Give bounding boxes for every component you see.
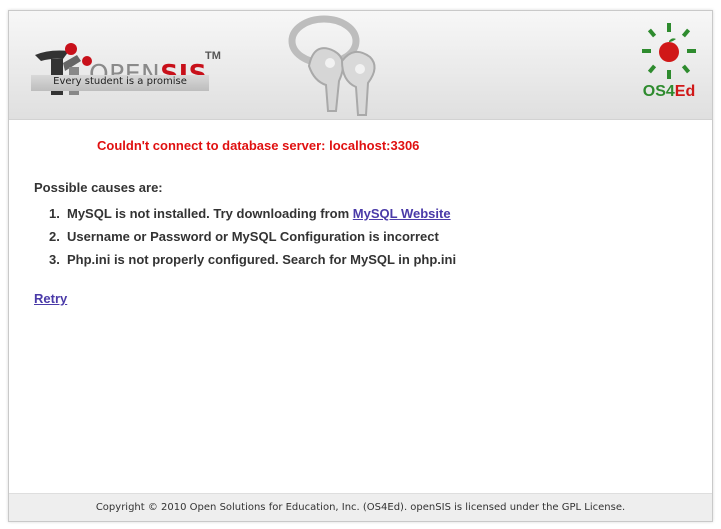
- list-item: 2. Username or Password or MySQL Configur…: [49, 229, 456, 252]
- os4ed-label: OS4Ed: [642, 83, 696, 100]
- os4ed-logo: OS4Ed: [636, 21, 702, 111]
- page-frame: OPENSIS TM Every student is a promise OS…: [8, 10, 713, 522]
- list-number: 1.: [49, 206, 60, 221]
- list-text: Php.ini is not properly configured. Sear…: [67, 252, 457, 267]
- causes-title: Possible causes are:: [34, 180, 163, 195]
- retry-link[interactable]: Retry: [34, 291, 67, 306]
- opensis-logo: OPENSIS TM: [29, 33, 229, 113]
- causes-list: 1. MySQL is not installed. Try downloadin…: [49, 206, 456, 275]
- keys-icon: [288, 15, 376, 116]
- tagline: Every student is a promise: [53, 76, 187, 87]
- header-banner: OPENSIS TM Every student is a promise OS…: [9, 11, 712, 120]
- list-number: 2.: [49, 229, 60, 244]
- list-text: MySQL is not installed. Try downloading …: [67, 206, 353, 221]
- list-number: 3.: [49, 252, 60, 267]
- list-item: 1. MySQL is not installed. Try downloadin…: [49, 206, 456, 229]
- error-message: Couldn't connect to database server: loc…: [97, 138, 420, 153]
- apple-burst-icon: [642, 23, 696, 79]
- mysql-website-link[interactable]: MySQL Website: [353, 206, 451, 221]
- list-text: Username or Password or MySQL Configurat…: [67, 229, 439, 244]
- tagline-bar: Every student is a promise: [31, 75, 209, 91]
- list-item: 3. Php.ini is not properly configured. Se…: [49, 252, 456, 275]
- trademark: TM: [205, 50, 221, 62]
- footer-copyright: Copyright © 2010 Open Solutions for Educ…: [9, 493, 712, 521]
